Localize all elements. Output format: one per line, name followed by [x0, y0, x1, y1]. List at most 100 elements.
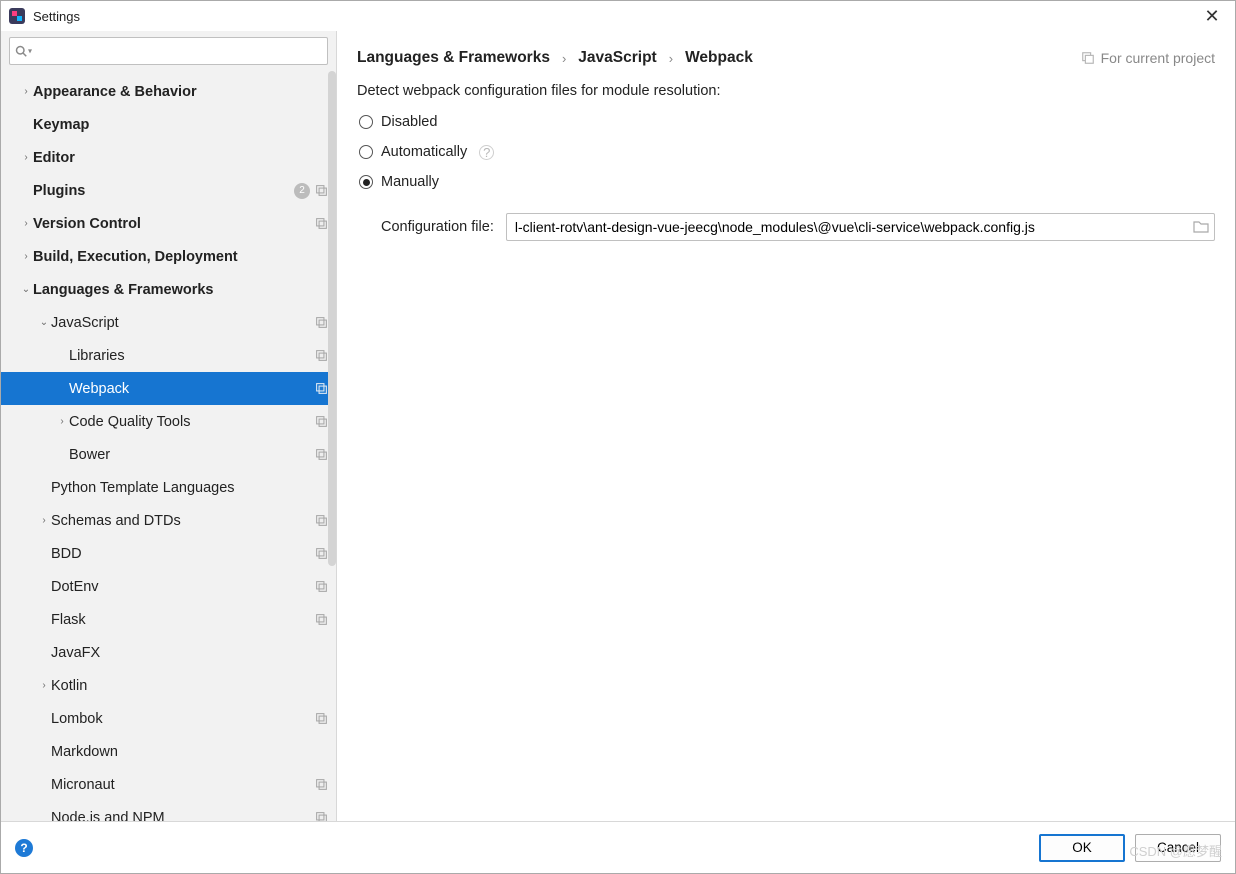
tree-item-node-js-and-npm[interactable]: Node.js and NPM: [1, 801, 336, 821]
chevron-right-icon: ›: [669, 51, 673, 66]
project-icon: [314, 415, 328, 429]
radio-disabled[interactable]: Disabled: [357, 107, 1215, 137]
tree-item-python-template-languages[interactable]: Python Template Languages: [1, 471, 336, 504]
tree-item-label: Version Control: [33, 216, 310, 232]
tree-item-appearance-behavior[interactable]: ›Appearance & Behavior: [1, 75, 336, 108]
form-legend: Detect webpack configuration files for m…: [357, 83, 1215, 99]
tree-item-code-quality-tools[interactable]: ›Code Quality Tools: [1, 405, 336, 438]
tree-item-lombok[interactable]: Lombok: [1, 702, 336, 735]
tree-item-label: Python Template Languages: [51, 480, 328, 496]
tree-item-label: DotEnv: [51, 579, 310, 595]
main-panel: Languages & Frameworks › JavaScript › We…: [337, 31, 1235, 821]
search-field[interactable]: ▾: [9, 37, 328, 65]
tree-item-label: Schemas and DTDs: [51, 513, 310, 529]
radio-label: Manually: [381, 174, 439, 190]
tree-item-label: Lombok: [51, 711, 310, 727]
chevron-down-icon: ⌄: [37, 317, 51, 328]
radio-automatically[interactable]: Automatically ?: [357, 137, 1215, 167]
chevron-down-icon: ▾: [28, 47, 32, 56]
scrollbar[interactable]: [328, 71, 336, 566]
tree-item-libraries[interactable]: Libraries: [1, 339, 336, 372]
help-icon[interactable]: ?: [479, 145, 494, 160]
tree-item-label: Webpack: [69, 381, 310, 397]
tree-item-kotlin[interactable]: ›Kotlin: [1, 669, 336, 702]
count-badge: 2: [294, 183, 310, 199]
scope-label: For current project: [1101, 50, 1215, 66]
tree-item-bdd[interactable]: BDD: [1, 537, 336, 570]
radio-manually[interactable]: Manually: [357, 167, 1215, 197]
tree-item-editor[interactable]: ›Editor: [1, 141, 336, 174]
window-title: Settings: [33, 9, 1197, 24]
radio-icon: [359, 145, 373, 159]
chevron-right-icon: ›: [562, 51, 566, 66]
tree-item-label: Keymap: [33, 117, 328, 133]
tree-item-plugins[interactable]: Plugins2: [1, 174, 336, 207]
search-input[interactable]: [9, 37, 328, 65]
project-icon: [314, 382, 328, 396]
breadcrumb-mid[interactable]: JavaScript: [578, 49, 656, 67]
chevron-right-icon: ›: [19, 218, 33, 229]
project-icon: [314, 514, 328, 528]
settings-tree: ›Appearance & BehaviorKeymap›EditorPlugi…: [1, 71, 336, 821]
tree-item-label: Node.js and NPM: [51, 810, 310, 822]
tree-item-javascript[interactable]: ⌄JavaScript: [1, 306, 336, 339]
tree-item-micronaut[interactable]: Micronaut: [1, 768, 336, 801]
dialog-footer: ? OK Cancel: [1, 821, 1235, 873]
radio-icon: [359, 175, 373, 189]
radio-label: Disabled: [381, 114, 437, 130]
tree-item-label: Flask: [51, 612, 310, 628]
project-icon: [314, 184, 328, 198]
app-icon: [9, 8, 25, 24]
project-icon: [314, 217, 328, 231]
tree-item-dotenv[interactable]: DotEnv: [1, 570, 336, 603]
help-button[interactable]: ?: [15, 839, 33, 857]
tree-item-label: Micronaut: [51, 777, 310, 793]
breadcrumb-root[interactable]: Languages & Frameworks: [357, 49, 550, 67]
tree-item-label: JavaScript: [51, 315, 310, 331]
project-icon: [314, 349, 328, 363]
tree-item-label: JavaFX: [51, 645, 328, 661]
cancel-button[interactable]: Cancel: [1135, 834, 1221, 862]
tree-item-keymap[interactable]: Keymap: [1, 108, 336, 141]
radio-icon: [359, 115, 373, 129]
project-icon: [314, 712, 328, 726]
chevron-right-icon: ›: [19, 251, 33, 262]
config-file-input[interactable]: [506, 213, 1215, 241]
scope-indicator: For current project: [1081, 50, 1215, 66]
tree-item-version-control[interactable]: ›Version Control: [1, 207, 336, 240]
tree-item-label: Kotlin: [51, 678, 328, 694]
tree-item-flask[interactable]: Flask: [1, 603, 336, 636]
project-icon: [1081, 51, 1095, 65]
project-icon: [314, 811, 328, 822]
titlebar: Settings ✕: [1, 1, 1235, 31]
project-icon: [314, 316, 328, 330]
project-icon: [314, 547, 328, 561]
tree-item-build-execution-deployment[interactable]: ›Build, Execution, Deployment: [1, 240, 336, 273]
project-icon: [314, 448, 328, 462]
tree-item-label: Libraries: [69, 348, 310, 364]
folder-icon[interactable]: [1193, 220, 1209, 234]
tree-item-label: BDD: [51, 546, 310, 562]
radio-label: Automatically: [381, 144, 467, 160]
ok-button[interactable]: OK: [1039, 834, 1125, 862]
close-icon[interactable]: ✕: [1197, 6, 1227, 27]
chevron-right-icon: ›: [55, 416, 69, 427]
sidebar: ▾ ›Appearance & BehaviorKeymap›EditorPlu…: [1, 31, 337, 821]
tree-item-label: Plugins: [33, 183, 290, 199]
tree-item-webpack[interactable]: Webpack: [1, 372, 336, 405]
tree-item-label: Build, Execution, Deployment: [33, 249, 328, 265]
tree-item-label: Appearance & Behavior: [33, 84, 328, 100]
tree-item-bower[interactable]: Bower: [1, 438, 336, 471]
project-icon: [314, 778, 328, 792]
tree-item-languages-frameworks[interactable]: ⌄Languages & Frameworks: [1, 273, 336, 306]
breadcrumb-leaf: Webpack: [685, 49, 753, 67]
chevron-right-icon: ›: [37, 680, 51, 691]
tree-item-label: Markdown: [51, 744, 328, 760]
tree-item-schemas-and-dtds[interactable]: ›Schemas and DTDs: [1, 504, 336, 537]
tree-item-markdown[interactable]: Markdown: [1, 735, 336, 768]
tree-item-javafx[interactable]: JavaFX: [1, 636, 336, 669]
config-file-label: Configuration file:: [381, 219, 494, 235]
chevron-down-icon: ⌄: [19, 284, 33, 295]
tree-item-label: Code Quality Tools: [69, 414, 310, 430]
chevron-right-icon: ›: [37, 515, 51, 526]
